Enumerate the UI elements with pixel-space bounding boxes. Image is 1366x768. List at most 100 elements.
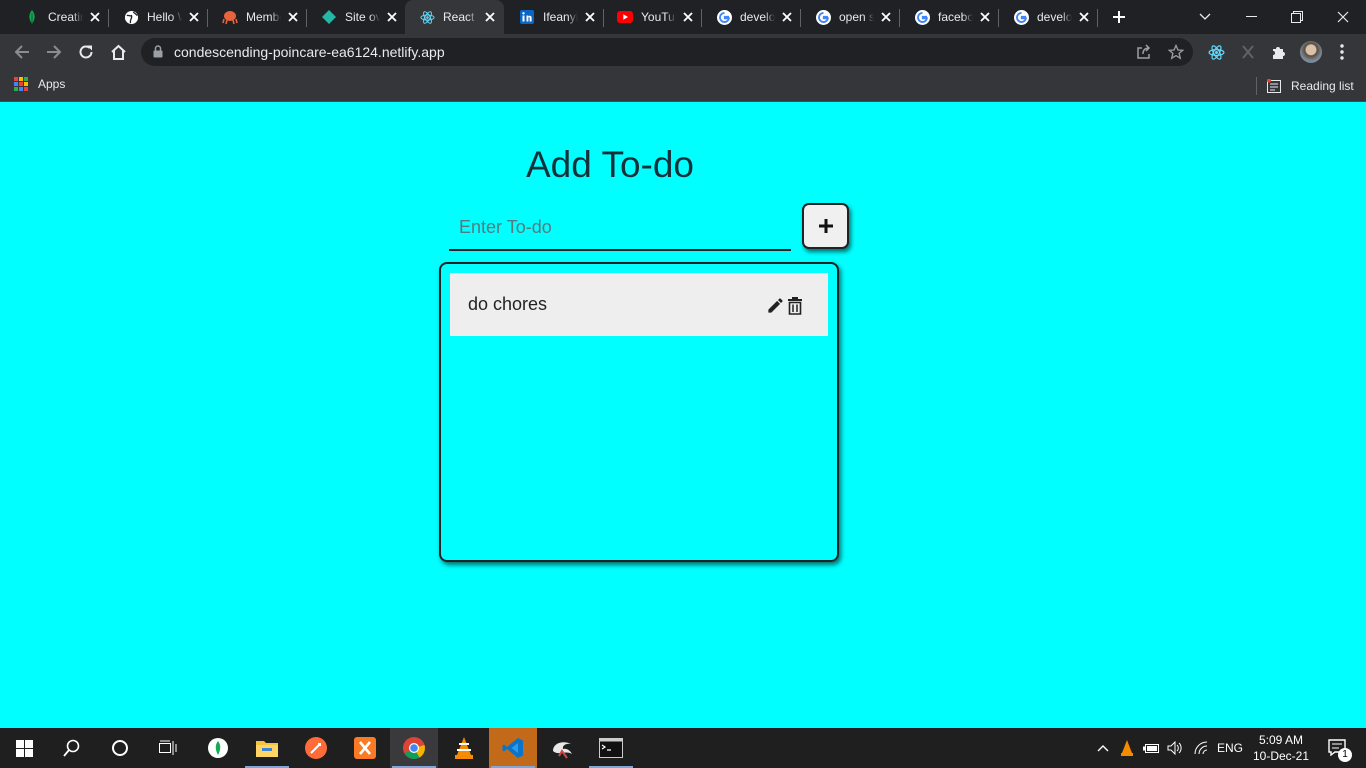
vscode-icon[interactable] xyxy=(489,728,537,768)
browser-tab[interactable]: facebook xyxy=(900,0,999,34)
browser-tab[interactable]: Members xyxy=(208,0,307,34)
globe-icon xyxy=(123,9,139,25)
reload-button[interactable] xyxy=(72,38,100,66)
minimize-icon xyxy=(1245,16,1257,17)
forward-button[interactable] xyxy=(40,38,68,66)
address-bar[interactable]: condescending-poincare-ea6124.netlify.ap… xyxy=(141,38,1193,66)
close-icon[interactable] xyxy=(878,9,894,25)
star-icon[interactable] xyxy=(1167,43,1185,61)
tab-title: Ifeanyi xyxy=(543,10,578,24)
tab-title: develop xyxy=(1037,10,1072,24)
xampp-icon[interactable] xyxy=(341,728,389,768)
back-button[interactable] xyxy=(8,38,36,66)
url-text[interactable]: condescending-poincare-ea6124.netlify.ap… xyxy=(174,44,445,60)
browser-tab[interactable]: develop xyxy=(702,0,801,34)
share-icon[interactable] xyxy=(1135,43,1153,61)
puzzle-icon[interactable] xyxy=(1269,42,1289,62)
browser-tab[interactable]: Hello World xyxy=(109,0,208,34)
wifi-icon[interactable] xyxy=(1190,728,1212,768)
task-view-icon[interactable] xyxy=(144,728,192,768)
tab-title: Creating xyxy=(48,10,83,24)
plus-icon xyxy=(1113,11,1125,23)
mongodb-leaf-icon xyxy=(24,9,40,25)
add-todo-button[interactable] xyxy=(802,203,849,249)
netlify-icon xyxy=(321,9,337,25)
browser-tab[interactable]: Ifeanyi xyxy=(505,0,604,34)
reading-list-label: Reading list xyxy=(1291,79,1354,93)
close-icon[interactable] xyxy=(582,9,598,25)
close-icon[interactable] xyxy=(482,9,498,25)
chrome-icon[interactable] xyxy=(390,728,438,768)
browser-tab-active[interactable]: React App xyxy=(405,0,504,34)
minimize-button[interactable] xyxy=(1228,0,1274,34)
chevron-up-icon[interactable] xyxy=(1093,728,1113,768)
lock-icon[interactable] xyxy=(153,45,163,63)
vlc-icon[interactable] xyxy=(440,728,488,768)
tab-title: open s xyxy=(839,10,874,24)
kebab-menu-icon[interactable] xyxy=(1332,42,1352,62)
trash-icon[interactable] xyxy=(785,294,804,316)
vlc-tray-icon[interactable] xyxy=(1117,728,1137,768)
windows-taskbar: ENG 5:09 AM 10-Dec-21 1 xyxy=(0,728,1366,768)
postman-icon[interactable] xyxy=(292,728,340,768)
terminal-icon[interactable] xyxy=(587,728,635,768)
todo-list: do chores xyxy=(439,262,839,562)
close-icon[interactable] xyxy=(186,9,202,25)
tab-title: develop xyxy=(740,10,775,24)
mongodb-compass-icon[interactable] xyxy=(194,728,242,768)
search-icon[interactable] xyxy=(48,728,96,768)
react-icon xyxy=(419,9,435,25)
arrow-right-icon xyxy=(47,45,62,59)
browser-tab[interactable]: develop xyxy=(999,0,1098,34)
google-icon xyxy=(815,9,831,25)
windows-start-icon[interactable] xyxy=(0,728,48,768)
reading-list-button[interactable]: Reading list xyxy=(1256,77,1354,95)
browser-tab[interactable]: Site overview xyxy=(307,0,406,34)
close-window-button[interactable] xyxy=(1320,0,1366,34)
close-icon[interactable] xyxy=(87,9,103,25)
battery-icon[interactable] xyxy=(1141,728,1163,768)
extension-x-icon[interactable] xyxy=(1238,42,1258,62)
todo-text: do chores xyxy=(468,294,548,314)
page-title: Add To-do xyxy=(526,144,694,185)
language-indicator[interactable]: ENG xyxy=(1214,728,1246,768)
google-icon xyxy=(716,9,732,25)
tab-title: facebook xyxy=(938,10,973,24)
apps-bookmark[interactable]: Apps xyxy=(14,77,65,91)
browser-tab[interactable]: YouTube xyxy=(603,0,702,34)
browser-tab[interactable]: open s xyxy=(801,0,900,34)
file-explorer-icon[interactable] xyxy=(243,728,291,768)
close-icon[interactable] xyxy=(779,9,795,25)
clock-date: 10-Dec-21 xyxy=(1252,749,1310,763)
close-icon[interactable] xyxy=(285,9,301,25)
tab-search-button[interactable] xyxy=(1182,0,1228,34)
system-clock[interactable]: 5:09 AM 10-Dec-21 xyxy=(1250,732,1312,764)
home-button[interactable] xyxy=(104,38,132,66)
close-icon[interactable] xyxy=(1076,9,1092,25)
close-icon[interactable] xyxy=(384,9,400,25)
tab-title: YouTube xyxy=(641,10,676,24)
edit-pencil-icon[interactable] xyxy=(766,294,785,316)
mysql-workbench-icon[interactable] xyxy=(538,728,586,768)
apps-grid-icon xyxy=(14,77,28,91)
react-devtools-icon[interactable] xyxy=(1206,42,1226,62)
restore-button[interactable] xyxy=(1274,0,1320,34)
browser-toolbar: condescending-poincare-ea6124.netlify.ap… xyxy=(0,34,1366,70)
cortana-icon[interactable] xyxy=(96,728,144,768)
notification-count-badge: 1 xyxy=(1338,748,1352,762)
browser-tab[interactable]: Creating xyxy=(10,0,109,34)
close-icon[interactable] xyxy=(977,9,993,25)
tab-title: Members xyxy=(246,10,281,24)
bookmarks-bar: Apps Reading list xyxy=(0,70,1366,102)
close-icon xyxy=(1337,11,1349,23)
chevron-down-icon xyxy=(1199,13,1211,20)
volume-icon[interactable] xyxy=(1165,728,1187,768)
linkedin-icon xyxy=(519,9,535,25)
new-tab-button[interactable] xyxy=(1108,6,1130,28)
todo-input[interactable] xyxy=(449,205,791,251)
octopus-icon xyxy=(222,9,238,25)
close-icon[interactable] xyxy=(680,9,696,25)
profile-avatar[interactable] xyxy=(1300,41,1322,63)
youtube-icon xyxy=(617,9,633,25)
notifications-button[interactable]: 1 xyxy=(1318,728,1358,768)
